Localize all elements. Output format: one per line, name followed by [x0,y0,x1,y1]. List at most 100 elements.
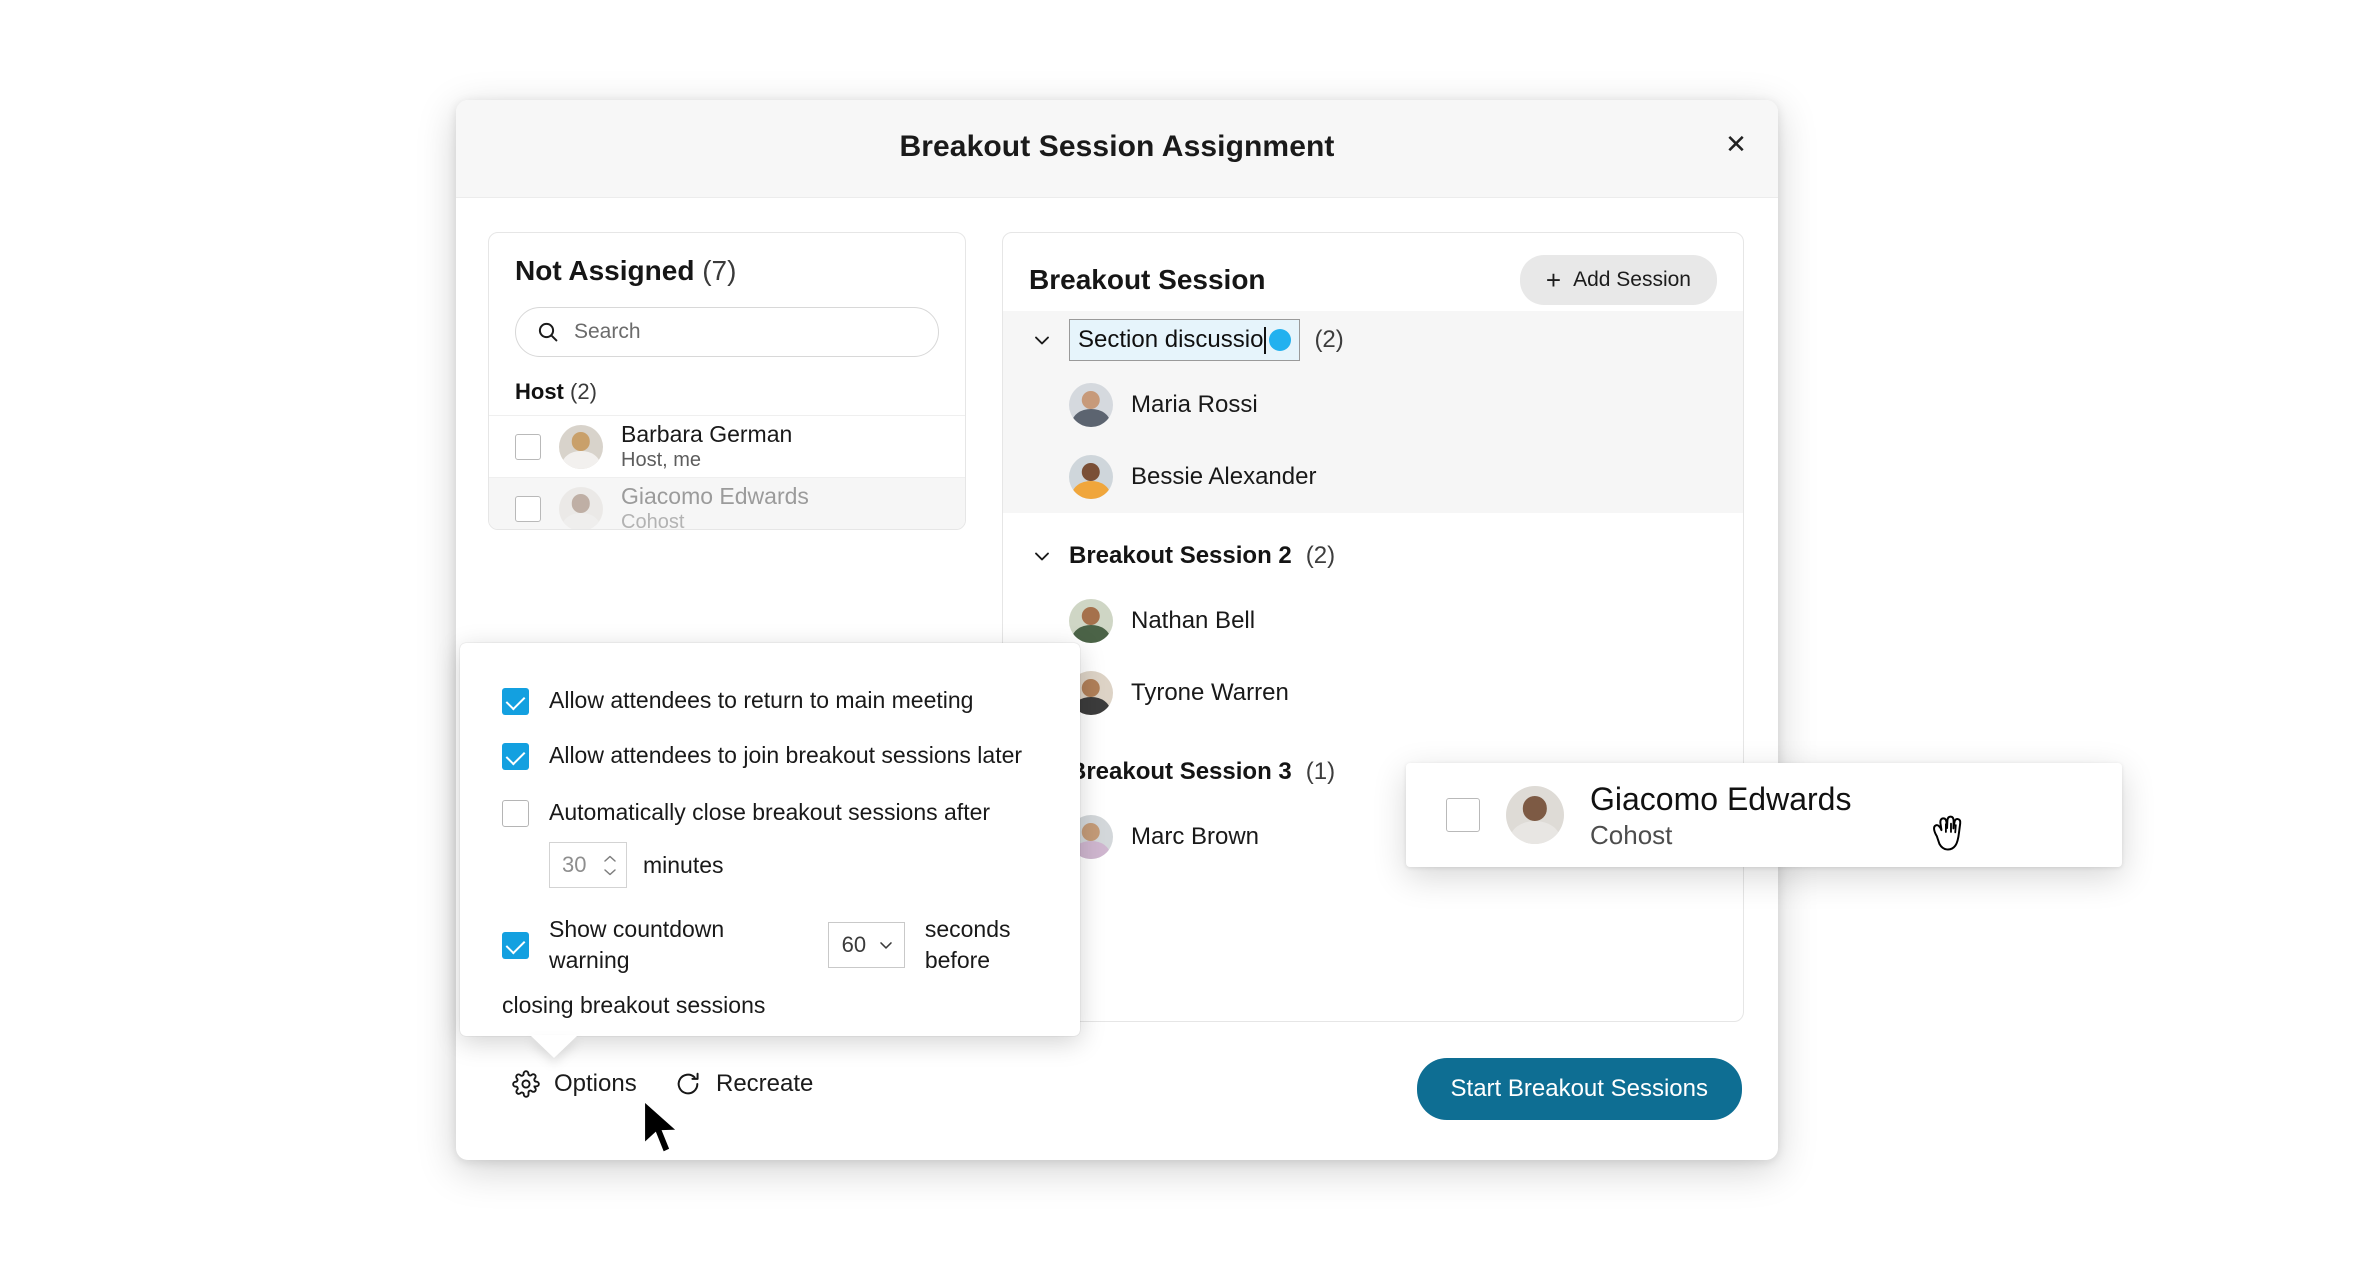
person-role: Cohost [621,511,685,530]
list-item[interactable]: Barbara German Host, me [489,415,965,477]
breakout-header: Breakout Session + Add Session [1003,233,1743,311]
chevron-down-icon [876,935,896,955]
chevron-down-icon[interactable] [1029,544,1055,568]
plus-icon: + [1545,265,1562,295]
person-text: Giacomo Edwards Cohost [1590,779,1851,852]
checkbox-allow-return-main[interactable] [502,688,529,715]
option-label: Allow attendees to join breakout session… [549,742,1023,769]
minutes-value: 30 [562,852,587,878]
not-assigned-count: (7) [702,255,737,286]
checkbox-auto-close[interactable] [502,800,529,828]
option-label: Show countdown warning [549,916,725,974]
not-assigned-panel: Not Assigned (7) Search Host (2) Barbara… [488,232,966,530]
page-title: Breakout Session Assignment [899,130,1335,163]
recreate-button[interactable]: Recreate [674,1070,813,1098]
session-name-input[interactable]: Section discussio [1069,319,1301,361]
breakout-title: Breakout Session [1029,264,1266,295]
session-member-row[interactable]: Bessie Alexander [1003,441,1743,513]
session-header-row[interactable]: Breakout Session 2 (2) [1003,527,1743,585]
search-input[interactable]: Search [515,307,939,357]
person-text: Giacomo Edwards Cohost [621,482,809,530]
search-placeholder: Search [574,320,641,343]
member-name: Tyrone Warren [1131,679,1289,706]
session-header-row[interactable]: Section discussio (2) [1003,311,1743,369]
member-name: Bessie Alexander [1131,463,1317,490]
dialog-header: Breakout Session Assignment ✕ [456,100,1778,198]
countdown-suffix-label: seconds before [924,916,1011,974]
avatar [1069,383,1113,427]
gear-icon [512,1070,540,1098]
not-assigned-title-text: Not Assigned [515,255,695,286]
search-icon [536,320,560,344]
option-row-auto-close[interactable]: Automatically close breakout sessions af… [460,797,1080,828]
stepper-arrows-icon[interactable] [602,854,618,877]
minutes-suffix-label: minutes [643,851,724,878]
screen: Breakout Session Assignment ✕ Not Assign… [0,0,2380,1280]
group-host-label: Host [515,379,564,404]
person-checkbox[interactable] [515,433,541,460]
person-name: Giacomo Edwards [1590,780,1852,817]
person-role: Host, me [621,449,702,472]
member-name: Nathan Bell [1131,607,1256,634]
session-block: Breakout Session 2 (2) Nathan Bell Tyron… [1003,527,1743,729]
recreate-label: Recreate [716,1070,814,1097]
option-row-return-main[interactable]: Allow attendees to return to main meetin… [460,685,1080,716]
options-label: Options [554,1070,637,1097]
avatar [559,424,603,469]
avatar [559,486,603,529]
member-name: Marc Brown [1131,823,1260,850]
options-popover: Allow attendees to return to main meetin… [460,643,1080,1058]
option-label: Automatically close breakout sessions af… [549,799,991,826]
start-breakout-sessions-button[interactable]: Start Breakout Sessions [1416,1058,1742,1120]
not-assigned-header: Not Assigned (7) [489,233,965,293]
person-checkbox[interactable] [1446,798,1480,832]
dialog-footer: Options Recreate Start Breakout Sessions [456,1022,1778,1160]
minutes-row: 30 minutes [460,842,1080,889]
minutes-stepper[interactable]: 30 [549,842,627,889]
avatar [1506,786,1564,844]
avatar [1069,455,1113,499]
option-label: Allow attendees to return to main meetin… [549,687,974,713]
session-count: (2) [1314,326,1344,353]
option-row-join-later[interactable]: Allow attendees to join breakout session… [460,740,1080,771]
person-text: Barbara German Host, me [621,420,792,474]
countdown-seconds-select[interactable]: 60 [827,922,905,969]
countdown-seconds-value: 60 [841,932,867,958]
options-button[interactable]: Options [512,1070,637,1098]
refresh-icon [674,1070,702,1098]
avatar [1069,599,1113,643]
group-host-count: (2) [570,379,597,404]
person-role: Cohost [1590,819,1673,850]
person-name: Barbara German [621,420,793,447]
countdown-line2-row: closing breakout sessions [460,990,1080,1021]
session-count: (2) [1305,542,1336,569]
session-name: Breakout Session 2 [1069,542,1292,569]
countdown-line2-label: closing breakout sessions [502,992,766,1019]
person-name: Giacomo Edwards [621,482,809,509]
session-block: Section discussio (2) Maria Rossi Bessie… [1003,311,1743,513]
start-breakout-sessions-label: Start Breakout Sessions [1450,1075,1708,1102]
search-wrapper: Search [489,293,965,357]
person-checkbox[interactable] [515,495,541,522]
session-name: Breakout Session 3 [1069,758,1292,785]
list-item[interactable]: Giacomo Edwards Cohost [489,477,965,530]
chevron-down-icon[interactable] [1029,328,1055,352]
session-member-row[interactable]: Maria Rossi [1003,369,1743,441]
session-member-row[interactable]: Tyrone Warren [1003,657,1743,729]
session-count: (1) [1305,758,1336,785]
close-icon[interactable]: ✕ [1714,122,1758,166]
ime-indicator-icon [1269,329,1292,351]
add-session-button[interactable]: + Add Session [1519,255,1717,305]
option-row-countdown[interactable]: Show countdown warning 60 seconds before [460,914,1080,976]
popover-tail [530,1035,578,1058]
not-assigned-title: Not Assigned (7) [515,255,736,287]
checkbox-allow-join-later[interactable] [502,743,529,771]
text-caret [1264,326,1267,354]
add-session-label: Add Session [1573,268,1691,291]
drag-preview-card: Giacomo Edwards Cohost [1406,763,2122,867]
group-header-host: Host (2) [489,357,965,415]
breakout-session-panel: Breakout Session + Add Session Section d… [1002,232,1744,1022]
session-name-value: Section discussio [1078,326,1264,353]
checkbox-show-countdown[interactable] [502,931,529,959]
session-member-row[interactable]: Nathan Bell [1003,585,1743,657]
